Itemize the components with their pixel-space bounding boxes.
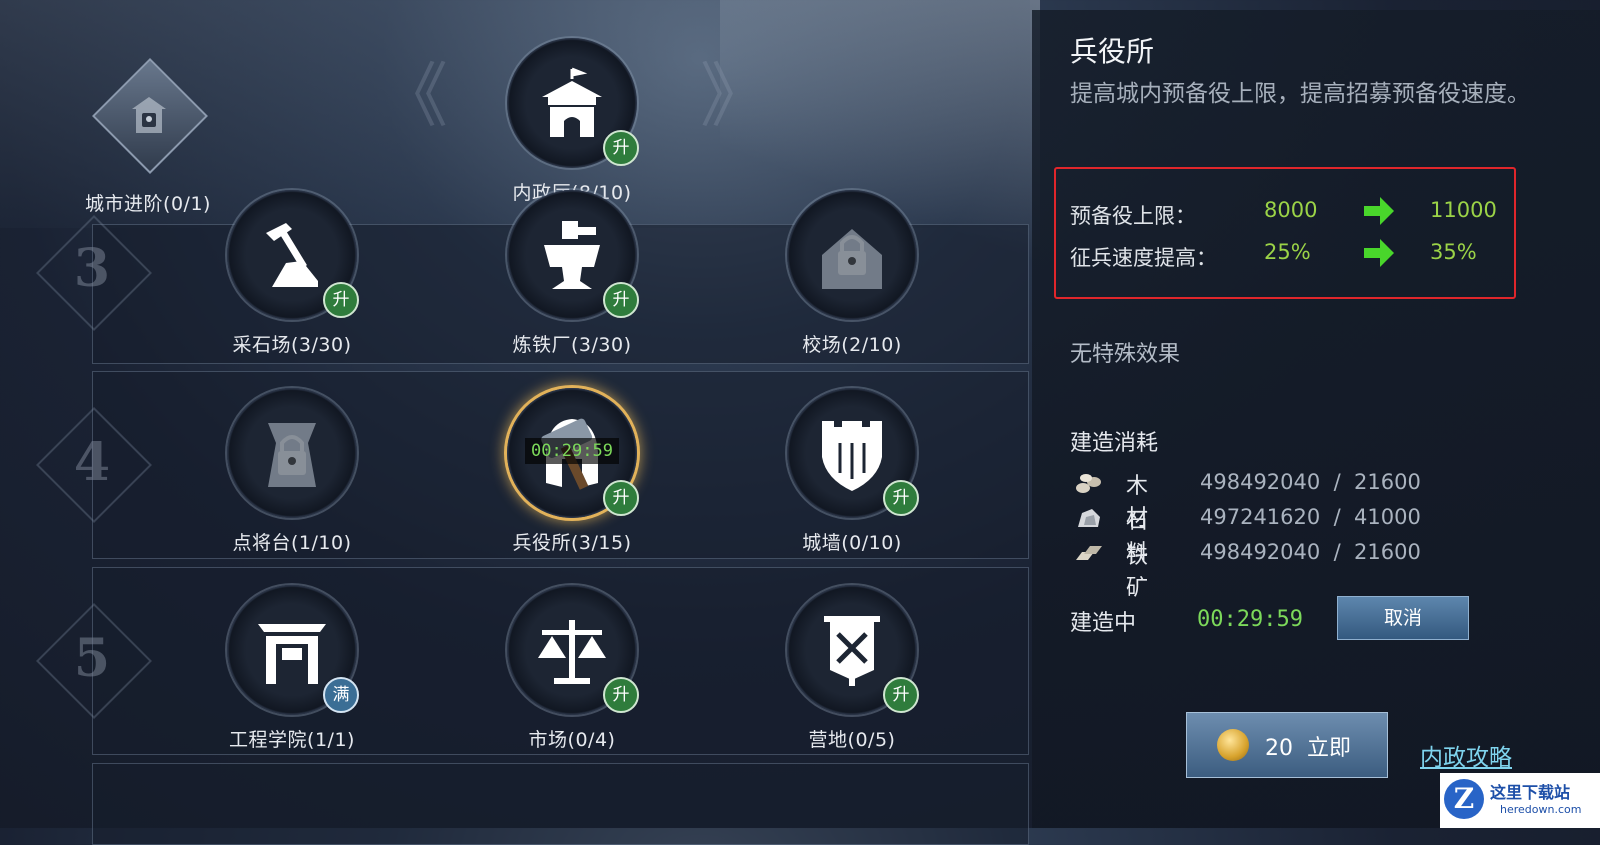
stone-icon [1078,509,1100,527]
upgrade-badge: 升 [883,677,919,713]
tier-number: 3 [73,238,111,299]
scales-icon [538,620,606,684]
stat-name: 预备役上限： [1070,204,1196,228]
instant-complete-text: 20 立即 [1265,736,1352,761]
building-shichang[interactable]: 升 市场(0/4) [452,585,692,752]
building-ring: 升 [227,190,359,320]
guide-link[interactable]: 内政攻略 [1420,738,1512,772]
pickaxe-icon [266,223,318,287]
watermark-text: 这里下载站 [1490,783,1571,802]
building-tree: 《 》 城市进阶(0/1) 升 内政厅(8/10) 3 [0,0,1040,845]
special-effect-text: 无特殊效果 [1070,342,1181,367]
stat-from: 25% [1264,240,1311,264]
building-info-panel: 兵役所 提高城内预备役上限，提高招募预备役速度。 预备役上限： 8000 110… [1032,10,1600,828]
gold-coin-icon [1217,729,1249,761]
stat-to: 11000 [1430,198,1497,222]
building-caishichang[interactable]: 升 采石场(3/30) [172,190,412,357]
building-label: 工程学院(1/1) [229,729,355,751]
tier-row-6 [92,763,1029,845]
iron-icon [1076,546,1102,560]
building-label: 校场(2/10) [802,334,902,356]
building-ring [227,388,357,518]
wood-icon [1076,474,1101,493]
building-ring: 升 [787,388,919,518]
chevron-right-decor: 》 [700,55,770,137]
building-gongchengxueyuan[interactable]: 满 工程学院(1/1) [172,585,412,752]
furnace-icon [544,221,600,289]
arrow-right-icon [1364,197,1394,225]
arrow-right-icon [1364,239,1394,267]
building-ring: 满 [227,585,359,715]
building-ring: 升 [787,585,919,715]
cancel-button[interactable]: 取消 [1337,596,1469,640]
panel-title: 兵役所 [1070,35,1155,68]
building-ring: 升 [507,38,639,168]
site-watermark: Z 这里下载站 heredown.com [1440,773,1600,828]
building-xiaochang[interactable]: 校场(2/10) [732,190,972,357]
building-label: 采石场(3/30) [232,334,352,356]
building-status-label: 建造中 [1070,611,1137,636]
building-yingdi[interactable]: 升 营地(0/5) [732,585,972,752]
locked-castle-icon [132,97,166,133]
stats-highlight-box [1054,167,1516,299]
building-dianjiangtai[interactable]: 点将台(1/10) [172,388,412,555]
cost-title: 建造消耗 [1070,431,1159,456]
building-label: 兵役所(3/15) [512,532,632,554]
building-label: 城墙(0/10) [802,532,902,554]
build-timer: 00:29:59 [525,438,619,464]
upgrade-badge: 升 [603,480,639,516]
stat-to: 35% [1430,240,1477,264]
upgrade-badge: 升 [603,282,639,318]
lock-icon [268,423,316,487]
stat-from: 8000 [1264,198,1318,222]
building-label: 市场(0/4) [528,729,616,751]
building-status-timer: 00:29:59 [1197,607,1303,632]
gate-icon [258,624,326,684]
watermark-logo: Z [1444,779,1484,819]
building-bingyisuo[interactable]: 00:29:59 升 兵役所(3/15) [452,388,692,555]
building-label: 点将台(1/10) [232,532,352,554]
upgrade-badge: 升 [883,480,919,516]
instant-complete-button[interactable]: 20 立即 [1186,712,1388,778]
building-ring-active: 00:29:59 升 [507,388,639,518]
tier-number: 4 [73,432,111,493]
upgrade-badge: 升 [603,130,639,166]
building-label: 炼铁厂(3/30) [512,334,632,356]
chevron-left-decor: 《 [378,55,448,137]
building-ring [787,190,917,320]
building-label: 营地(0/5) [808,729,896,751]
resource-need: 41000 [1354,505,1421,529]
building-neizhengting[interactable]: 升 内政厅(8/10) [452,38,692,205]
wall-shield-icon [822,421,882,491]
hall-icon [542,67,602,137]
banner-icon [824,616,880,686]
upgrade-badge: 升 [603,677,639,713]
tier-number: 5 [73,628,111,689]
upgrade-badge: 升 [323,282,359,318]
resource-need: 21600 [1354,470,1421,494]
building-ring: 升 [507,585,639,715]
full-badge: 满 [323,677,359,713]
lock-icon [822,229,882,289]
building-liantiechang[interactable]: 升 炼铁厂(3/30) [452,190,692,357]
stat-name: 征兵速度提高： [1070,246,1217,270]
panel-description: 提高城内预备役上限，提高招募预备役速度。 [1070,81,1530,107]
resource-name: 铁矿 [1126,544,1149,601]
resource-need: 21600 [1354,540,1421,564]
watermark-url: heredown.com [1500,803,1582,816]
building-ring: 升 [507,190,639,320]
building-chengqiang[interactable]: 升 城墙(0/10) [732,388,972,555]
